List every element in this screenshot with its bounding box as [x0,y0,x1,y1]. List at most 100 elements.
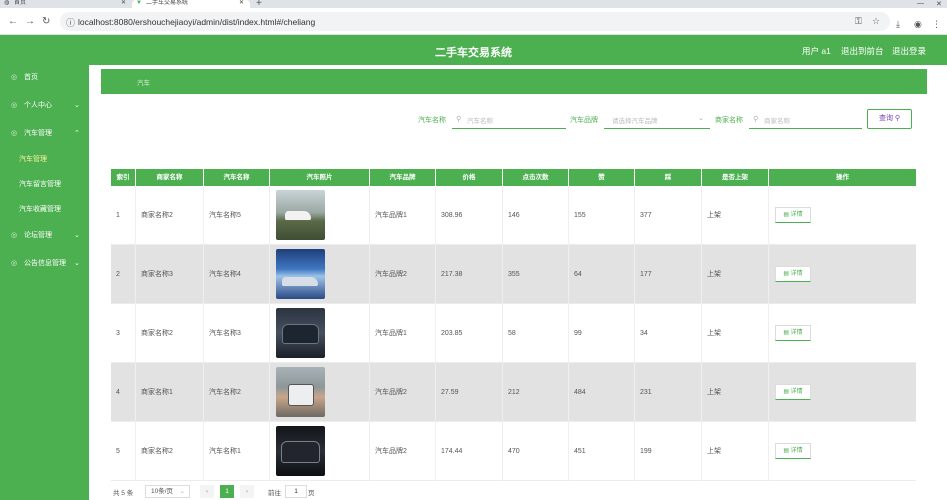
cell-status: 上架 [702,186,769,245]
detail-button-label: 详情 [790,271,803,277]
document-icon: ▤ [783,330,789,336]
column-header[interactable]: 点击次数 [503,169,569,186]
cell-merchant: 商家名称2 [136,304,204,363]
cell-price: 217.38 [436,245,503,304]
pagination: 共 5 条 10条/页 ⌄ ‹ 1 › 前往 1 页 [111,485,411,499]
query-button[interactable]: 查询 ⚲ [867,109,912,129]
cell-brand: 汽车品牌2 [370,245,436,304]
merchant-name-input[interactable]: ⚲ 商家名称 [749,110,862,129]
key-icon[interactable]: ⚿ [855,16,862,27]
url-field[interactable]: ⓘ localhost:8080/ershouchejiaoyi/admin/d… [60,12,890,31]
cell-car-name: 汽车名称4 [204,245,270,304]
menu-icon[interactable]: ⋮ [932,19,941,30]
cell-merchant: 商家名称2 [136,186,204,245]
sidebar-item-announcements[interactable]: ◎ 公告信息管理 ⌄ [0,251,89,277]
logout-link[interactable]: 退出登录 [892,45,926,57]
tab-label: 二手车交易系统 [146,0,189,6]
car-photo-image[interactable] [276,249,325,299]
table-row: 5 商家名称2 汽车名称1 汽车品牌2 174.44 470 451 199 上… [111,422,916,481]
forum-icon: ◎ [11,232,18,239]
next-page-button[interactable]: › [240,485,254,498]
back-icon[interactable]: ← [8,16,18,27]
document-icon: ▤ [783,271,789,277]
app-header: 二手车交易系统 用户 a1 退出到前台 退出登录 [0,35,947,65]
sidebar-item-label: 汽车管理 [24,130,52,137]
tab-label: 首页 [14,0,27,6]
placeholder: 请选择汽车品牌 [612,118,658,125]
detail-button[interactable]: ▤ 详情 [775,266,811,282]
cell-likes: 99 [569,304,635,363]
detail-button[interactable]: ▤ 详情 [775,325,811,341]
site-info-icon[interactable]: ⓘ [66,16,75,29]
download-icon[interactable]: ⤓ [896,19,900,30]
reload-icon[interactable]: ↻ [42,16,50,27]
column-header[interactable]: 操作 [769,169,916,186]
sidebar-item-label: 公告信息管理 [24,260,66,267]
sidebar-item-home[interactable]: ◎ 首页 [0,65,89,91]
sidebar-subitem-car-management[interactable]: 汽车管理 [0,147,89,172]
detail-button[interactable]: ▤ 详情 [775,443,811,459]
url-text: localhost:8080/ershouchejiaoyi/admin/dis… [78,17,316,27]
back-to-front-link[interactable]: 退出到前台 [841,45,884,57]
car-photo-image[interactable] [276,367,325,417]
prev-page-button[interactable]: ‹ [200,485,214,498]
forward-icon[interactable]: → [25,16,35,27]
search-icon: ⚲ [456,116,462,123]
car-name-label: 汽车名称 [418,117,446,124]
table-row: 1 商家名称2 汽车名称5 汽车品牌1 308.96 146 155 377 上… [111,186,916,245]
car-photo-image[interactable] [276,308,325,358]
detail-button-label: 详情 [790,389,803,395]
detail-button[interactable]: ▤ 详情 [775,384,811,400]
sidebar-subitem-car-comments[interactable]: 汽车留言管理 [0,172,89,197]
cell-index: 3 [111,304,136,363]
cell-index: 2 [111,245,136,304]
car-brand-select[interactable]: 请选择汽车品牌 ⌄ [604,110,710,129]
sidebar-item-car-management[interactable]: ◎ 汽车管理 ⌃ [0,121,89,147]
car-silhouette [281,441,320,463]
close-window-icon[interactable]: ✕ [936,0,942,8]
cell-index: 1 [111,186,136,245]
column-header[interactable]: 是否上架 [702,169,769,186]
placeholder: 汽车名称 [467,118,493,125]
document-icon: ▤ [783,389,789,395]
close-icon[interactable]: ✕ [239,0,244,6]
page-number-current[interactable]: 1 [220,485,234,498]
browser-tab-home[interactable]: ◍ 首页 ✕ [0,0,132,8]
column-header[interactable]: 汽车照片 [270,169,370,186]
detail-button[interactable]: ▤ 详情 [775,207,811,223]
sidebar-item-personal-center[interactable]: ◎ 个人中心 ⌄ [0,93,89,119]
cell-car-name: 汽车名称3 [204,304,270,363]
table-row: 2 商家名称3 汽车名称4 汽车品牌2 217.38 355 64 177 上架… [111,245,916,304]
breadcrumb-item[interactable]: 汽车 [137,77,150,87]
cell-clicks: 355 [503,245,569,304]
sidebar-subitem-car-favorites[interactable]: 汽车收藏管理 [0,197,89,222]
browser-tab-active[interactable]: ▼ 二手车交易系统 ✕ [132,0,250,8]
detail-button-label: 详情 [790,212,803,218]
cell-price: 27.59 [436,363,503,422]
car-photo-image[interactable] [276,426,325,476]
close-icon[interactable]: ✕ [121,0,126,6]
column-header[interactable]: 索引 [111,169,136,186]
car-photo-image[interactable] [276,190,325,240]
cell-status: 上架 [702,245,769,304]
cell-brand: 汽车品牌1 [370,304,436,363]
profile-icon[interactable]: ◉ [914,19,922,30]
merchant-name-label: 商家名称 [715,117,743,124]
column-header[interactable]: 汽车名称 [204,169,270,186]
minimize-icon[interactable]: — [917,0,924,7]
star-icon[interactable]: ☆ [872,16,880,27]
home-icon: ◎ [11,74,18,81]
placeholder: 商家名称 [764,118,790,125]
goto-page-input[interactable]: 1 [285,485,307,498]
column-header[interactable]: 踩 [635,169,702,186]
cell-dislikes: 231 [635,363,702,422]
column-header[interactable]: 汽车品牌 [370,169,436,186]
cell-likes: 155 [569,186,635,245]
column-header[interactable]: 赞 [569,169,635,186]
column-header[interactable]: 价格 [436,169,503,186]
sidebar-item-forum[interactable]: ◎ 论坛管理 ⌄ [0,223,89,249]
column-header[interactable]: 商家名称 [136,169,204,186]
page-size-select[interactable]: 10条/页 ⌄ [145,485,190,498]
car-name-input[interactable]: ⚲ 汽车名称 [452,110,566,129]
notice-icon: ◎ [11,260,18,267]
